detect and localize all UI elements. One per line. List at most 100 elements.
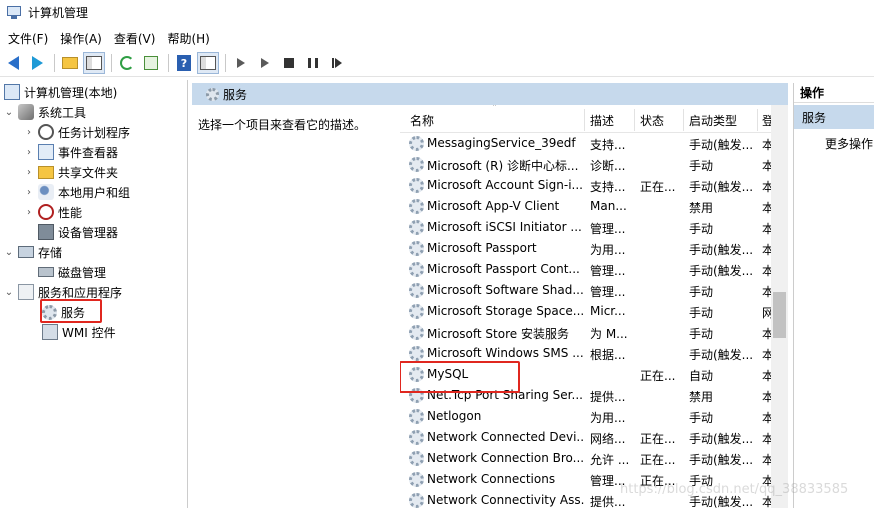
table-row[interactable]: Netlogon 为用... 手动本: [400, 406, 788, 427]
table-row[interactable]: Microsoft Passport Cont... 管理... 手动(触发... 本: [400, 259, 788, 280]
restart-service-icon[interactable]: [326, 52, 348, 74]
service-gear-icon: [409, 493, 424, 508]
tree-item-performance[interactable]: › 性能: [24, 202, 82, 222]
chevron-right-icon[interactable]: ›: [24, 207, 34, 218]
scrollbar-thumb[interactable]: [773, 292, 786, 338]
services-gear-icon: [206, 87, 219, 101]
chevron-right-icon[interactable]: ›: [24, 147, 34, 158]
performance-icon: [38, 204, 54, 220]
tree-item-system-tools[interactable]: ⌄ 系统工具: [4, 102, 86, 122]
chevron-right-icon[interactable]: ›: [24, 127, 34, 138]
table-row[interactable]: Microsoft Passport 为用... 手动(触发... 本: [400, 238, 788, 259]
column-divider[interactable]: [634, 109, 635, 131]
tree-root[interactable]: 计算机管理(本地): [4, 82, 117, 102]
services-panel-header: 服务: [192, 83, 788, 105]
start-service-icon[interactable]: [230, 52, 252, 74]
start-service-alt-icon[interactable]: [254, 52, 276, 74]
tree-item-local-users[interactable]: › 本地用户和组: [24, 182, 130, 202]
toolbar-separator: [54, 54, 55, 72]
refresh-icon[interactable]: [116, 52, 138, 74]
table-row[interactable]: Microsoft (R) 诊断中心标... 诊断... 手动本: [400, 154, 788, 175]
table-row[interactable]: Microsoft Software Shad... 管理... 手动本: [400, 280, 788, 301]
cell-name: Microsoft Store 安装服务: [427, 327, 569, 341]
title-bar: 计算机管理: [0, 0, 874, 24]
tree-item-disk-management[interactable]: 磁盘管理: [38, 262, 106, 282]
table-row[interactable]: Microsoft Store 安装服务为 M... 手动本: [400, 322, 788, 343]
table-row[interactable]: Microsoft iSCSI Initiator ... 管理... 手动本: [400, 217, 788, 238]
back-icon[interactable]: [2, 52, 24, 74]
pause-service-icon[interactable]: [302, 52, 324, 74]
show-hide-action-pane-icon[interactable]: [197, 52, 219, 74]
tree-item-label: 任务计划程序: [58, 125, 131, 140]
show-hide-tree-icon[interactable]: [83, 52, 105, 74]
actions-section-services[interactable]: 服务: [794, 105, 874, 129]
menu-bar: 文件(F) 操作(A) 查看(V) 帮助(H): [0, 28, 874, 48]
tree-item-storage[interactable]: ⌄ 存储: [4, 242, 62, 262]
chevron-right-icon[interactable]: ›: [24, 187, 34, 198]
cell-name: MessagingService_39edf: [427, 136, 576, 150]
tree-item-shared-folders[interactable]: › 共享文件夹: [24, 162, 118, 182]
help-icon[interactable]: ?: [173, 52, 195, 74]
cell-name: Microsoft Account Sign-i...: [427, 178, 583, 192]
cell-name: Network Connected Devi...: [427, 430, 584, 444]
cell-startup: 禁用: [689, 390, 714, 404]
table-row[interactable]: MessagingService_39edf 支持... 手动(触发... 本: [400, 133, 788, 154]
column-header-startup[interactable]: 启动类型: [689, 112, 737, 129]
table-row[interactable]: Microsoft App-V Client Man... 禁用本: [400, 196, 788, 217]
cell-startup: 手动: [689, 411, 714, 425]
tree-root-label: 计算机管理(本地): [24, 85, 118, 100]
cell-desc: 支持...: [590, 138, 626, 152]
tree-item-label: 本地用户和组: [58, 185, 131, 200]
service-gear-icon: [409, 409, 424, 424]
chevron-down-icon[interactable]: ⌄: [4, 287, 14, 298]
column-header-name[interactable]: 名称: [410, 112, 434, 129]
service-gear-icon: [409, 199, 424, 214]
toolbar-separator: [168, 54, 169, 72]
table-row[interactable]: Microsoft Storage Space... Micr... 手动网: [400, 301, 788, 322]
menu-view[interactable]: 查看(V): [110, 30, 164, 47]
column-divider[interactable]: [584, 109, 585, 131]
cell-desc: 为用...: [590, 411, 626, 425]
chevron-right-icon[interactable]: ›: [24, 167, 34, 178]
tree-item-wmi[interactable]: WMI 控件: [42, 322, 116, 342]
cell-name: Microsoft Windows SMS ...: [427, 346, 584, 360]
cell-startup: 手动(触发...: [689, 180, 754, 194]
cell-desc: 根据...: [590, 348, 626, 362]
menu-action[interactable]: 操作(A): [56, 30, 110, 47]
menu-file[interactable]: 文件(F): [4, 30, 56, 47]
tree-item-task-scheduler[interactable]: › 任务计划程序: [24, 122, 130, 142]
table-header: 名称 ˄ 描述 状态 启动类型 登: [400, 105, 788, 133]
export-list-icon[interactable]: [140, 52, 162, 74]
service-gear-icon: [409, 325, 424, 340]
tree-item-event-viewer[interactable]: › 事件查看器: [24, 142, 118, 162]
cell-startup: 手动(触发...: [689, 453, 754, 467]
cell-desc: 提供...: [590, 390, 626, 404]
computer-management-icon: [6, 4, 22, 20]
cell-desc: 管理...: [590, 264, 626, 278]
table-row[interactable]: Network Connection Bro... 允许 ... 正在... 手动(触…: [400, 448, 788, 469]
wmi-icon: [42, 324, 58, 340]
watermark-text: https://blog.csdn.net/qq_38833585: [620, 482, 849, 497]
vertical-scrollbar[interactable]: [771, 105, 788, 508]
tree-item-device-manager[interactable]: 设备管理器: [38, 222, 118, 242]
cell-desc: Micr...: [590, 304, 626, 318]
menu-help[interactable]: 帮助(H): [163, 30, 217, 47]
column-header-desc[interactable]: 描述: [590, 112, 614, 129]
forward-icon[interactable]: [26, 52, 48, 74]
column-header-status[interactable]: 状态: [640, 112, 664, 129]
cell-name: Microsoft Passport: [427, 241, 537, 255]
more-actions-link[interactable]: 更多操作: [794, 135, 874, 152]
table-row[interactable]: Network Connected Devi... 网络... 正在... 手动(触发…: [400, 427, 788, 448]
column-divider[interactable]: [683, 109, 684, 131]
cell-desc: 支持...: [590, 180, 626, 194]
service-gear-icon: [409, 241, 424, 256]
cell-desc: Man...: [590, 199, 627, 213]
disk-icon: [38, 267, 54, 277]
chevron-down-icon[interactable]: ⌄: [4, 247, 14, 258]
chevron-down-icon[interactable]: ⌄: [4, 107, 14, 118]
table-row[interactable]: Microsoft Account Sign-i... 支持... 正在... 手动(…: [400, 175, 788, 196]
up-folder-icon[interactable]: [59, 52, 81, 74]
column-divider[interactable]: [757, 109, 758, 131]
tree-item-label: 服务和应用程序: [38, 285, 123, 300]
stop-service-icon[interactable]: [278, 52, 300, 74]
